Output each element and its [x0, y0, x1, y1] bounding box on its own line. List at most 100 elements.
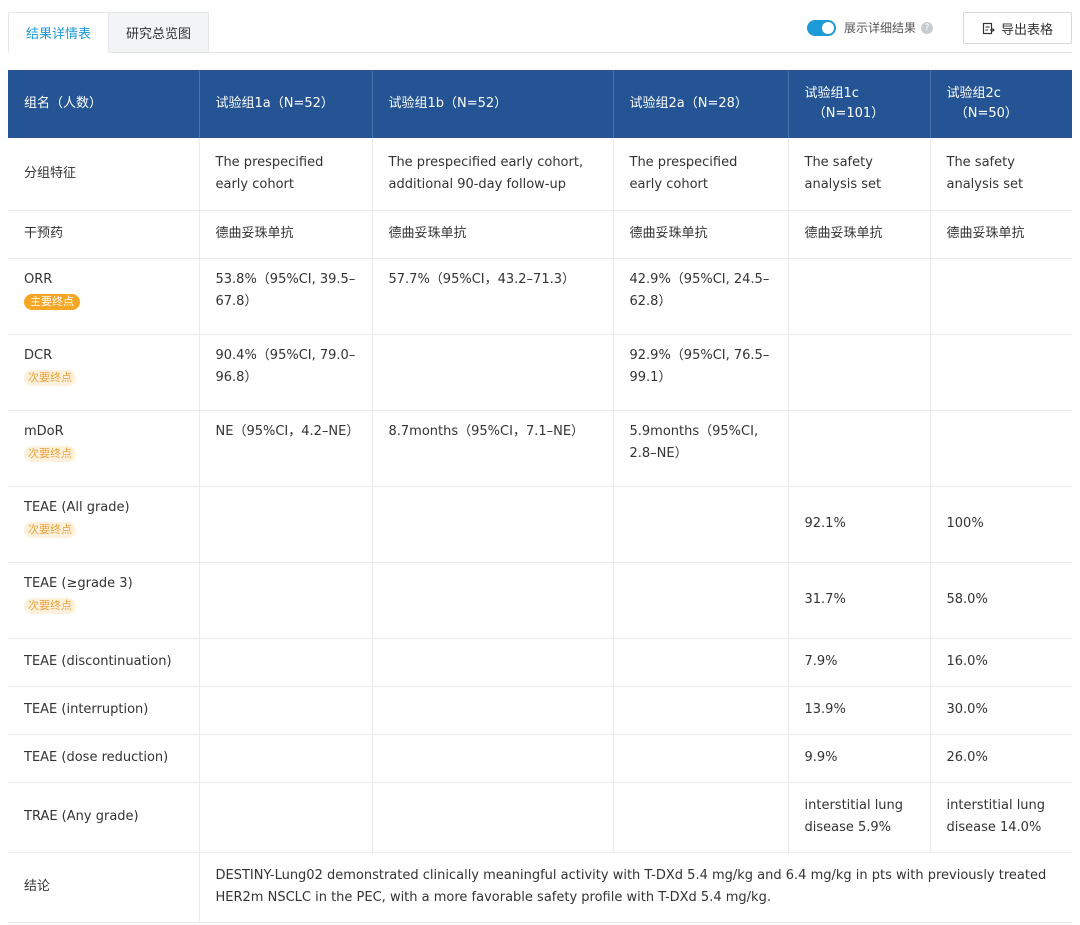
table-header-row: 组名（人数） 试验组1a（N=52） 试验组1b（N=52） 试验组2a（N=2… — [8, 70, 1072, 138]
table-cell — [372, 638, 614, 687]
row-label-cell: TRAE (Any grade) — [8, 782, 200, 853]
tab-study-overview[interactable]: 研究总览图 — [109, 12, 210, 53]
table-cell: 德曲妥珠单抗 — [199, 210, 373, 259]
table-cell: 16.0% — [930, 638, 1072, 687]
export-table-button[interactable]: 导出表格 — [963, 12, 1072, 44]
table-row: TEAE (dose reduction) 9.9% 26.0% — [8, 734, 1072, 783]
table-cell — [199, 562, 373, 639]
table-row: TEAE (interruption) 13.9% 30.0% — [8, 686, 1072, 735]
table-cell: 92.9%（95%CI, 76.5–99.1） — [613, 334, 789, 411]
row-label: TEAE (discontinuation) — [24, 654, 172, 669]
table-cell: 92.1% — [788, 486, 931, 563]
table-cell: 8.7months（95%CI，7.1–NE） — [372, 410, 614, 487]
secondary-endpoint-badge: 次要终点 — [24, 369, 76, 386]
row-label-cell: 分组特征 — [8, 138, 200, 211]
table-cell: 31.7% — [788, 562, 931, 639]
export-table-label: 导出表格 — [1000, 22, 1053, 38]
conclusion-row: 结论 DESTINY-Lung02 demonstrated clinically… — [8, 852, 1072, 923]
table-row: ORR 主要终点 53.8%（95%CI, 39.5–67.8） 57.7%（95%C… — [8, 258, 1072, 335]
row-label-cell: mDoR 次要终点 — [8, 410, 200, 487]
row-label: DCR — [24, 347, 53, 363]
row-label: TEAE (interruption) — [24, 702, 149, 717]
table-row: TEAE (All grade) 次要终点 92.1% 100% — [8, 486, 1072, 563]
table-cell — [613, 782, 789, 853]
table-cell: 57.7%（95%CI，43.2–71.3） — [372, 258, 614, 335]
row-label: TEAE (All grade) — [24, 499, 130, 515]
table-cell — [199, 734, 373, 783]
header-group-1c: 试验组1c （N=101） — [788, 70, 931, 138]
row-label: 干预药 — [24, 226, 64, 241]
table-cell — [372, 486, 614, 563]
table-cell: The safety analysis set — [788, 138, 931, 211]
table-row: TRAE (Any grade) interstitial lung diseas… — [8, 782, 1072, 853]
table-cell: The prespecified early cohort, additiona… — [372, 138, 614, 211]
tab-result-detail[interactable]: 结果详情表 — [8, 12, 110, 53]
row-label-cell: DCR 次要终点 — [8, 334, 200, 411]
row-label-cell: TEAE (interruption) — [8, 686, 200, 735]
help-icon[interactable]: ? — [921, 21, 934, 34]
results-table: 组名（人数） 试验组1a（N=52） 试验组1b（N=52） 试验组2a（N=2… — [8, 70, 1072, 923]
table-cell — [613, 638, 789, 687]
row-label-cell: TEAE (discontinuation) — [8, 638, 200, 687]
detail-toggle-group: 展示详细结果 ? — [807, 19, 934, 36]
row-label-cell: 干预药 — [8, 210, 200, 259]
row-label: mDoR — [24, 423, 64, 439]
table-cell: 58.0% — [930, 562, 1072, 639]
table-cell — [613, 486, 789, 563]
table-row: mDoR 次要终点 NE（95%CI，4.2–NE） 8.7months（95%CI，… — [8, 410, 1072, 487]
table-cell: 26.0% — [930, 734, 1072, 783]
header-group-1c-text: 试验组1c （N=101） — [804, 86, 885, 121]
row-label-cell: TEAE (dose reduction) — [8, 734, 200, 783]
header-group-label: 组名（人数） — [8, 70, 200, 138]
table-cell — [613, 562, 789, 639]
row-label: TRAE (Any grade) — [24, 809, 139, 824]
table-row: 干预药 德曲妥珠单抗 德曲妥珠单抗 德曲妥珠单抗 德曲妥珠单抗 德曲妥珠单抗 — [8, 210, 1072, 259]
table-cell: 5.9months（95%CI, 2.8–NE） — [613, 410, 789, 487]
header-group-1a: 试验组1a（N=52） — [199, 70, 373, 138]
top-bar: 结果详情表 研究总览图 展示详细结果 ? 导出表格 — [0, 0, 1080, 53]
table-cell: 德曲妥珠单抗 — [788, 210, 931, 259]
table-cell: 德曲妥珠单抗 — [613, 210, 789, 259]
conclusion-text: DESTINY-Lung02 demonstrated clinically m… — [199, 852, 1072, 923]
row-label: TEAE (≥grade 3) — [24, 575, 133, 591]
primary-endpoint-badge: 主要终点 — [24, 293, 80, 310]
table-cell — [372, 734, 614, 783]
table-cell — [199, 638, 373, 687]
table-cell: The safety analysis set — [930, 138, 1072, 211]
table-cell: The prespecified early cohort — [613, 138, 789, 211]
table-cell — [930, 334, 1072, 411]
table-cell: 13.9% — [788, 686, 931, 735]
table-cell — [372, 686, 614, 735]
table-cell: 30.0% — [930, 686, 1072, 735]
table-cell: 100% — [930, 486, 1072, 563]
table-cell: interstitial lung disease 5.9% — [788, 782, 931, 853]
table-cell — [930, 410, 1072, 487]
header-group-2c-text: 试验组2c （N=50） — [946, 86, 1018, 121]
row-label: 分组特征 — [24, 165, 77, 181]
table-cell: The prespecified early cohort — [199, 138, 373, 211]
row-label: ORR — [24, 271, 53, 287]
secondary-endpoint-badge: 次要终点 — [24, 521, 76, 538]
table-cell: NE（95%CI，4.2–NE） — [199, 410, 373, 487]
table-cell — [199, 782, 373, 853]
detail-toggle-label: 展示详细结果 — [844, 21, 917, 35]
table-cell — [372, 562, 614, 639]
table-cell: 53.8%（95%CI, 39.5–67.8） — [199, 258, 373, 335]
table-cell: 90.4%（95%CI, 79.0–96.8） — [199, 334, 373, 411]
row-label-cell: TEAE (≥grade 3) 次要终点 — [8, 562, 200, 639]
detail-toggle[interactable] — [807, 19, 836, 36]
table-row: 分组特征 The prespecified early cohort The pre… — [8, 138, 1072, 211]
row-label-cell: TEAE (All grade) 次要终点 — [8, 486, 200, 563]
export-icon — [982, 22, 995, 35]
table-cell — [930, 258, 1072, 335]
table-cell — [372, 782, 614, 853]
table-cell — [613, 734, 789, 783]
table-cell: 德曲妥珠单抗 — [930, 210, 1072, 259]
secondary-endpoint-badge: 次要终点 — [24, 445, 76, 462]
table-row: TEAE (discontinuation) 7.9% 16.0% — [8, 638, 1072, 687]
table-cell — [199, 486, 373, 563]
row-label-cell: ORR 主要终点 — [8, 258, 200, 335]
table-cell: interstitial lung disease 14.0% — [930, 782, 1072, 853]
row-label: TEAE (dose reduction) — [24, 750, 169, 765]
table-cell — [199, 686, 373, 735]
